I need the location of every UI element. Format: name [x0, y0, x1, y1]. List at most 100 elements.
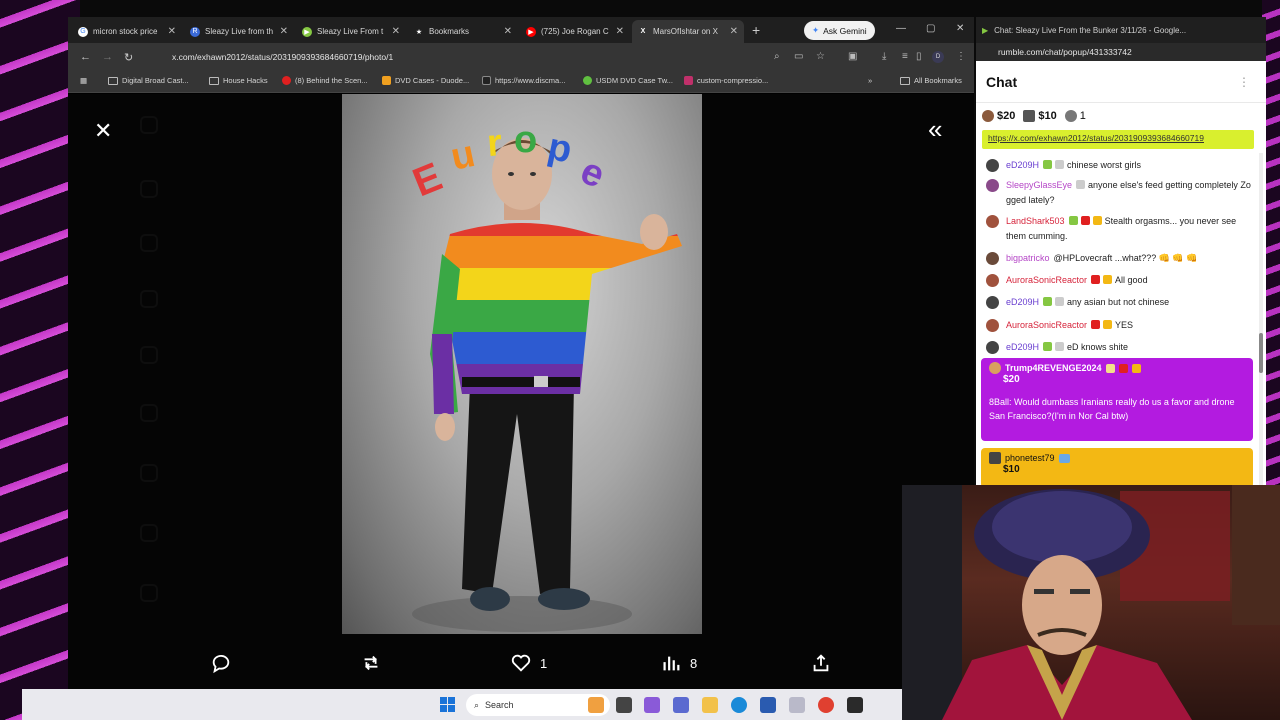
tab-4[interactable]: ▶ (725) Joe Rogan C ✕ [520, 20, 630, 43]
avatar [986, 341, 999, 354]
tip-chip-0[interactable]: $20 [982, 110, 1015, 122]
bookmark-label: https://www.discma... [495, 76, 566, 85]
zoom-icon[interactable]: ⌕ [774, 51, 780, 62]
repost-icon [364, 655, 378, 671]
views-button[interactable]: 8 [660, 652, 697, 674]
minimize-icon[interactable]: — [896, 23, 906, 34]
tip-chip-1[interactable]: $10 [1023, 110, 1057, 122]
chat-username[interactable]: eD209H [1006, 342, 1039, 352]
google-icon: G [78, 26, 88, 37]
close-icon[interactable]: ✕ [94, 120, 112, 142]
tipper-badge-icon [1131, 363, 1141, 373]
streamer-video [902, 485, 1280, 720]
x-logo-icon [140, 116, 158, 134]
more-options-icon[interactable]: ⋮ [1238, 75, 1250, 89]
avatar [989, 452, 1001, 464]
views-icon [663, 656, 680, 671]
app-icon[interactable] [789, 697, 805, 713]
profile-avatar[interactable]: D [932, 51, 944, 63]
close-tab-icon[interactable]: ✕ [168, 26, 176, 37]
tip-chip-2[interactable]: 1 [1064, 110, 1086, 122]
chat-url-bar: rumble.com/chat/popup/431333742 [976, 43, 1266, 61]
close-tab-icon[interactable]: ✕ [280, 26, 288, 37]
chat-username[interactable]: eD209H [1006, 160, 1039, 170]
back-icon[interactable]: ← [80, 51, 91, 63]
app-icon[interactable] [847, 697, 863, 713]
tab-1[interactable]: R Sleazy Live from th ✕ [184, 20, 294, 43]
copilot-icon[interactable] [644, 697, 660, 713]
close-tab-icon[interactable]: ✕ [392, 26, 400, 37]
close-tab-icon[interactable]: ✕ [504, 26, 512, 37]
chat-username[interactable]: eD209H [1006, 297, 1039, 307]
svg-text:E: E [407, 155, 448, 206]
tab-0[interactable]: G micron stock price ✕ [72, 20, 182, 43]
bookmark-0[interactable]: Digital Broad Cast... [108, 76, 189, 85]
chat-text: chinese worst girls [1067, 160, 1142, 170]
pinned-message-link[interactable]: https://x.com/exhawn2012/status/20319093… [982, 130, 1254, 149]
moderator-badge-icon [1091, 275, 1101, 284]
task-view-icon[interactable] [616, 697, 632, 713]
bookmark-label: custom-compressio... [697, 76, 769, 85]
verified-badge-icon [1043, 160, 1053, 169]
chat-scrollbar[interactable] [1259, 153, 1263, 487]
reading-list-icon[interactable]: ≡ [902, 51, 908, 62]
new-tab-icon[interactable]: + [752, 22, 760, 38]
share-button[interactable] [810, 652, 840, 674]
close-window-icon[interactable]: ✕ [956, 23, 964, 34]
chrome-icon[interactable] [818, 697, 834, 713]
tab-2[interactable]: ▶ Sleazy Live From t ✕ [296, 20, 406, 43]
chevron-double-left-icon[interactable]: « [928, 116, 942, 142]
file-explorer-icon[interactable] [702, 697, 718, 713]
windows-start-icon[interactable] [440, 697, 455, 712]
close-tab-icon[interactable]: ✕ [730, 26, 738, 37]
download-icon[interactable]: ⤓ [882, 51, 886, 62]
widget-icon[interactable] [588, 697, 604, 713]
like-button[interactable]: 1 [510, 652, 547, 674]
site-icon [482, 76, 491, 85]
tip-amount: 1 [1079, 110, 1086, 122]
reload-icon[interactable]: ↻ [124, 51, 133, 64]
bookmark-6[interactable]: custom-compressio... [684, 76, 768, 85]
apps-icon[interactable]: ▦ [80, 76, 87, 85]
site-icon [382, 76, 391, 85]
extensions-icon[interactable]: ▣ [848, 51, 857, 62]
store-icon[interactable] [760, 697, 776, 713]
maximize-icon[interactable]: ▢ [926, 23, 935, 34]
side-panel-icon[interactable]: ▯ [916, 51, 922, 62]
forward-icon[interactable]: → [102, 51, 113, 63]
chat-username[interactable]: SleepyGlassEye [1006, 180, 1072, 190]
rant-text: 8Ball: Would dumbass Iranians really do … [989, 397, 1235, 421]
reply-button[interactable] [210, 652, 240, 674]
sub-badge-icon [1105, 363, 1115, 373]
edge-icon[interactable] [731, 697, 747, 713]
bookmark-star-icon[interactable]: ☆ [816, 51, 825, 62]
chat-username[interactable]: bigpatricko [1006, 253, 1050, 263]
bookmark-3[interactable]: DVD Cases - Duode... [382, 76, 469, 85]
chat-text: any asian but not chinese [1067, 297, 1170, 307]
svg-text:o: o [514, 122, 537, 161]
bookmarks-bar: ▦ Digital Broad Cast... House Hacks (8) … [68, 71, 974, 93]
menu-icon[interactable]: ⋮ [956, 51, 966, 62]
rant-username[interactable]: Trump4REVENGE2024 [1005, 363, 1102, 373]
teams-icon[interactable] [673, 697, 689, 713]
rant-username[interactable]: phonetest79 [1005, 453, 1055, 463]
rumble-icon: R [190, 26, 200, 37]
chat-username[interactable]: AuroraSonicReactor [1006, 275, 1087, 285]
address-bar[interactable]: x.com/exhawn2012/status/2031909393684660… [154, 48, 794, 66]
repost-button[interactable] [360, 652, 390, 674]
all-bookmarks[interactable]: All Bookmarks [900, 76, 962, 85]
tab-5[interactable]: X MarsOfIshtar on X ✕ [632, 20, 744, 43]
chat-username[interactable]: LandShark503 [1006, 216, 1065, 226]
chat-scrollbar-thumb[interactable] [1259, 333, 1263, 373]
bookmark-1[interactable]: House Hacks [209, 76, 268, 85]
chevron-right-icon[interactable]: » [868, 76, 872, 85]
folder-icon [108, 76, 118, 85]
bookmark-2[interactable]: (8) Behind the Scen... [282, 76, 368, 85]
cast-icon[interactable]: ▭ [794, 51, 803, 62]
bookmark-5[interactable]: USDM DVD Case Tw... [583, 76, 673, 85]
tab-3[interactable]: ★ Bookmarks ✕ [408, 20, 518, 43]
close-tab-icon[interactable]: ✕ [616, 26, 624, 37]
ask-gemini-button[interactable]: ✦ Ask Gemini [804, 21, 875, 40]
chat-username[interactable]: AuroraSonicReactor [1006, 320, 1087, 330]
bookmark-4[interactable]: https://www.discma... [482, 76, 565, 85]
